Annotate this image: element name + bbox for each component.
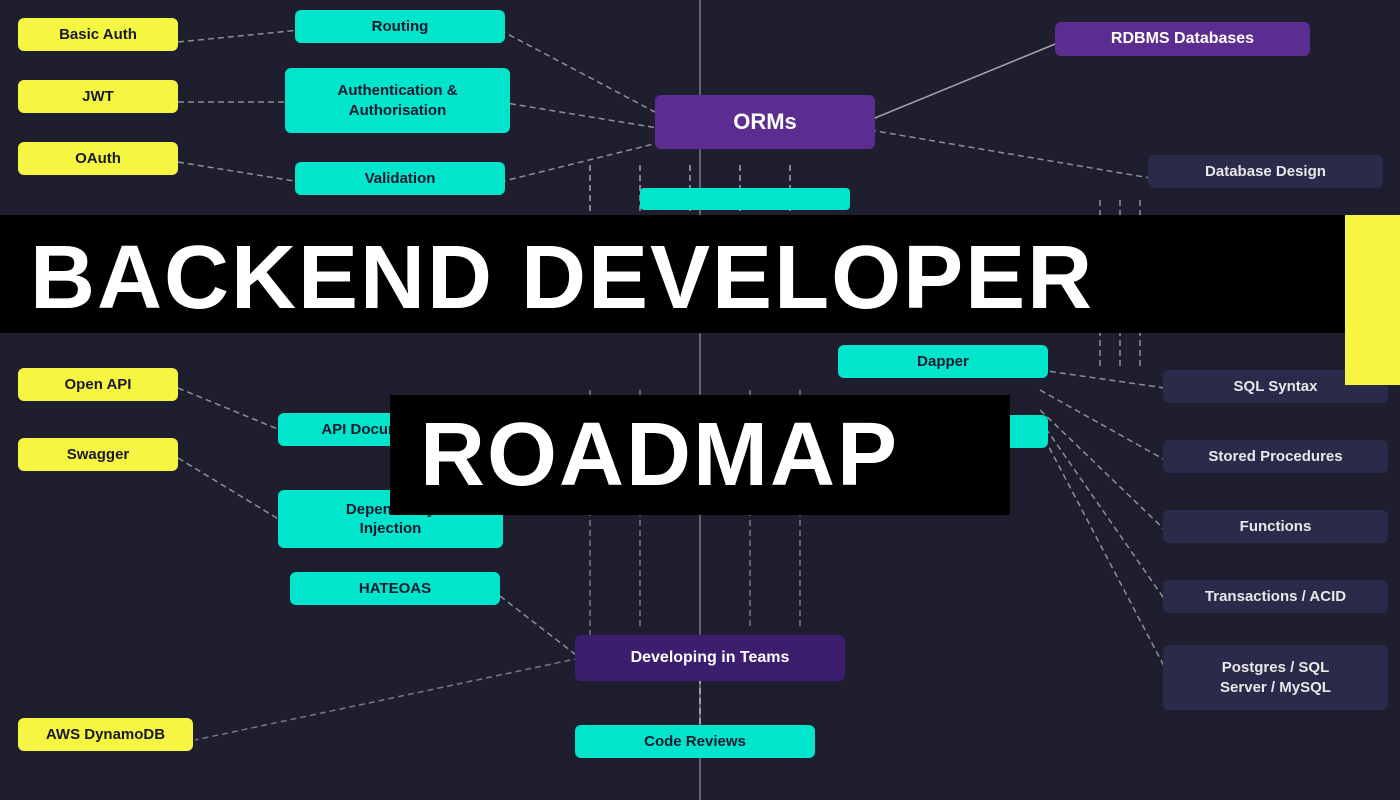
dapper-node: Dapper xyxy=(838,345,1048,378)
dapper-label: Dapper xyxy=(917,353,969,370)
swagger-node: Swagger xyxy=(18,438,178,471)
validation-label: Validation xyxy=(365,170,436,187)
oauth-node: OAuth xyxy=(18,142,178,175)
routing-label: Routing xyxy=(372,18,429,35)
roadmap-overlay: ROADMAP xyxy=(390,395,1010,515)
functions-node: Functions xyxy=(1163,510,1388,543)
open-api-node: Open API xyxy=(18,368,178,401)
database-design-label: Database Design xyxy=(1205,163,1326,180)
aws-dynamodb-node: AWS DynamoDB xyxy=(18,718,193,751)
rdbms-databases-label: RDBMS Databases xyxy=(1111,30,1254,48)
open-api-label: Open API xyxy=(65,376,132,393)
sql-syntax-label: SQL Syntax xyxy=(1234,378,1318,395)
database-design-node: Database Design xyxy=(1148,155,1383,188)
title-overlay: BACKEND DEVELOPER xyxy=(0,215,1350,333)
auth-authorisation-label: Authentication &Authorisation xyxy=(338,81,458,120)
code-reviews-node: Code Reviews xyxy=(575,725,815,758)
auth-authorisation-node: Authentication &Authorisation xyxy=(285,68,510,133)
basic-auth-node: Basic Auth xyxy=(18,18,178,51)
postgres-mysql-node: Postgres / SQLServer / MySQL xyxy=(1163,645,1388,710)
jwt-label: JWT xyxy=(82,88,114,105)
yellow-accent-bar xyxy=(1345,215,1400,385)
transactions-acid-node: Transactions / ACID xyxy=(1163,580,1388,613)
roadmap-text: ROADMAP xyxy=(420,405,899,505)
title-text: BACKEND DEVELOPER xyxy=(30,233,1320,323)
validation-node: Validation xyxy=(295,162,505,195)
functions-label: Functions xyxy=(1240,518,1312,535)
developing-in-teams-node: Developing in Teams xyxy=(575,635,845,681)
code-reviews-label: Code Reviews xyxy=(644,733,746,750)
stored-procedures-label: Stored Procedures xyxy=(1208,448,1342,465)
transactions-acid-label: Transactions / ACID xyxy=(1205,588,1346,605)
hateoas-node: HATEOAS xyxy=(290,572,500,605)
stored-procedures-node: Stored Procedures xyxy=(1163,440,1388,473)
rdbms-databases-node: RDBMS Databases xyxy=(1055,22,1310,56)
center-bar-1 xyxy=(640,188,850,210)
orms-node: ORMs xyxy=(655,95,875,149)
developing-in-teams-label: Developing in Teams xyxy=(631,649,790,667)
hateoas-label: HATEOAS xyxy=(359,580,431,597)
routing-node: Routing xyxy=(295,10,505,43)
oauth-label: OAuth xyxy=(75,150,121,167)
aws-dynamodb-label: AWS DynamoDB xyxy=(46,726,165,743)
main-canvas: Basic Auth JWT OAuth Open API Swagger AW… xyxy=(0,0,1400,800)
basic-auth-label: Basic Auth xyxy=(59,26,137,43)
postgres-mysql-label: Postgres / SQLServer / MySQL xyxy=(1220,658,1331,697)
orms-label: ORMs xyxy=(733,109,797,135)
jwt-node: JWT xyxy=(18,80,178,113)
swagger-label: Swagger xyxy=(67,446,130,463)
